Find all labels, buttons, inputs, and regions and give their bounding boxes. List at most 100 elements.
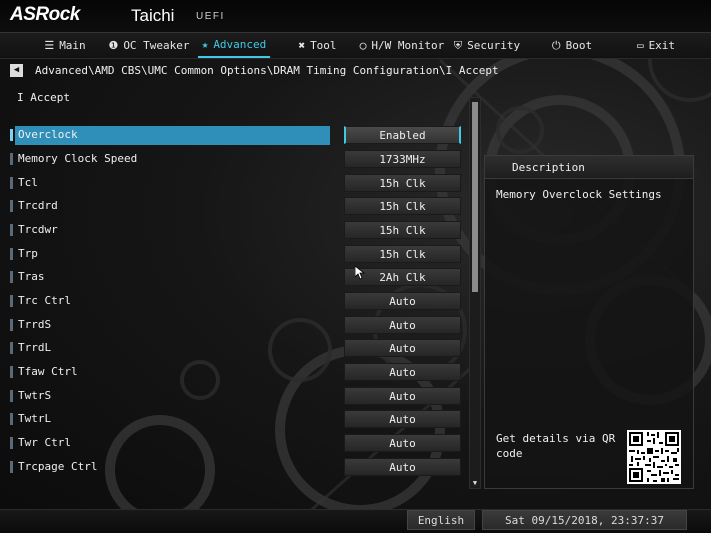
setting-label: Trp bbox=[18, 247, 38, 260]
firmware-label: UEFI bbox=[196, 11, 225, 22]
tab-oc-tweaker[interactable]: ❶ OC Tweaker bbox=[104, 33, 194, 58]
setting-row-trc-ctrl[interactable]: Trc Ctrl Auto bbox=[0, 291, 470, 311]
description-title: Description bbox=[512, 161, 585, 174]
description-text: Memory Overclock Settings bbox=[496, 188, 662, 201]
rocket-icon: ❶ bbox=[108, 39, 119, 52]
setting-label: Tfaw Ctrl bbox=[18, 365, 78, 378]
row-marker bbox=[10, 319, 13, 331]
setting-value-button[interactable]: 15h Clk bbox=[344, 197, 461, 215]
tab-main[interactable]: ☰ Main bbox=[30, 33, 100, 58]
language-button[interactable]: English bbox=[407, 510, 475, 530]
scroll-down-arrow-icon[interactable]: ▼ bbox=[471, 479, 479, 487]
description-panel: Description Memory Overclock Settings Ge… bbox=[484, 155, 694, 489]
row-marker bbox=[10, 200, 13, 212]
row-marker bbox=[10, 177, 13, 189]
row-marker bbox=[10, 342, 13, 354]
row-marker bbox=[10, 461, 13, 473]
setting-row-twtrl[interactable]: TwtrL Auto bbox=[0, 409, 470, 429]
tab-label: Tool bbox=[310, 39, 337, 52]
setting-value-button[interactable]: Auto bbox=[344, 434, 461, 452]
setting-label: Twr Ctrl bbox=[18, 436, 71, 449]
system-datetime: Sat 09/15/2018, 23:37:37 bbox=[482, 510, 687, 530]
tab-label: Main bbox=[59, 39, 86, 52]
back-arrow-icon[interactable]: ◀ bbox=[10, 63, 23, 77]
setting-row-tras[interactable]: Tras 2Ah Clk bbox=[0, 267, 470, 287]
tab-exit[interactable]: ▭ Exit bbox=[634, 33, 678, 58]
setting-value-button[interactable]: Auto bbox=[344, 410, 461, 428]
tab-label: Boot bbox=[565, 39, 593, 52]
setting-label: TwtrS bbox=[18, 389, 52, 402]
tab-label: Advanced bbox=[213, 38, 267, 51]
setting-value-button[interactable]: Auto bbox=[344, 363, 461, 381]
row-marker bbox=[10, 224, 13, 236]
tab-boot[interactable]: ⏻ Boot bbox=[548, 33, 596, 58]
qr-caption: Get details via QR code bbox=[496, 432, 616, 460]
power-icon: ⏻ bbox=[551, 39, 561, 52]
setting-label: Tras bbox=[18, 270, 45, 283]
setting-label: Trcdrd bbox=[18, 199, 58, 212]
exit-door-icon: ▭ bbox=[636, 39, 644, 52]
setting-value-button[interactable]: Auto bbox=[344, 387, 461, 405]
title-bar: ASRock Taichi UEFI bbox=[0, 0, 711, 32]
tab-tool[interactable]: ✖ Tool bbox=[290, 33, 345, 58]
tab-label: Security bbox=[467, 39, 521, 52]
tab-label: Exit bbox=[648, 39, 676, 52]
list-icon: ☰ bbox=[44, 39, 55, 52]
setting-row-tfaw-ctrl[interactable]: Tfaw Ctrl Auto bbox=[0, 362, 470, 382]
tools-icon: ✖ bbox=[298, 39, 306, 52]
row-marker bbox=[10, 390, 13, 402]
setting-row-overclock[interactable]: Overclock Enabled bbox=[0, 125, 470, 145]
setting-label: Tcl bbox=[18, 176, 38, 189]
breadcrumb-path: Advanced\AMD CBS\UMC Common Options\DRAM… bbox=[35, 63, 499, 77]
setting-label: Trc Ctrl bbox=[18, 294, 71, 307]
setting-value-button[interactable]: 15h Clk bbox=[344, 245, 461, 263]
row-marker bbox=[10, 437, 13, 449]
settings-scrollbar[interactable]: ▼ bbox=[469, 97, 481, 489]
setting-value-button[interactable]: Auto bbox=[344, 339, 461, 357]
scrollbar-thumb[interactable] bbox=[472, 102, 478, 292]
setting-value-button[interactable]: Enabled bbox=[344, 126, 461, 144]
row-marker bbox=[10, 153, 13, 165]
shield-icon: ⛨ bbox=[453, 39, 463, 52]
setting-row-twr-ctrl[interactable]: Twr Ctrl Auto bbox=[0, 433, 470, 453]
setting-row-twtrs[interactable]: TwtrS Auto bbox=[0, 386, 470, 406]
setting-value-button[interactable]: 15h Clk bbox=[344, 174, 461, 192]
brand-logo: ASRock bbox=[10, 4, 80, 25]
setting-value-button[interactable]: 15h Clk bbox=[344, 221, 461, 239]
setting-value-button[interactable]: Auto bbox=[344, 292, 461, 310]
setting-value-button[interactable]: Auto bbox=[344, 316, 461, 334]
row-marker bbox=[10, 366, 13, 378]
row-marker bbox=[10, 271, 13, 283]
uefi-screen: ASRock Taichi UEFI ☰ Main ❶ OC Tweaker ★… bbox=[0, 0, 711, 533]
main-nav: ☰ Main ❶ OC Tweaker ★ Advanced ✖ Tool ◯ … bbox=[0, 32, 711, 59]
page-title: I Accept bbox=[17, 91, 70, 104]
setting-value-button[interactable]: 1733MHz bbox=[344, 150, 461, 168]
tab-hw-monitor[interactable]: ◯ H/W Monitor bbox=[358, 33, 446, 58]
row-marker bbox=[10, 295, 13, 307]
row-marker bbox=[10, 129, 13, 141]
setting-row-trrdl[interactable]: TrrdL Auto bbox=[0, 338, 470, 358]
tab-advanced[interactable]: ★ Advanced bbox=[198, 33, 270, 58]
description-header: Description bbox=[485, 156, 693, 179]
setting-row-trp[interactable]: Trp 15h Clk bbox=[0, 244, 470, 264]
qr-code-icon bbox=[627, 430, 681, 484]
tab-label: H/W Monitor bbox=[371, 39, 445, 52]
setting-label: TrrdS bbox=[18, 318, 52, 331]
monitor-icon: ◯ bbox=[359, 39, 367, 52]
setting-label: TwtrL bbox=[18, 412, 52, 425]
setting-row-memory-clock-speed[interactable]: Memory Clock Speed 1733MHz bbox=[0, 149, 470, 169]
board-model: Taichi bbox=[131, 6, 175, 25]
setting-row-trcdrd[interactable]: Trcdrd 15h Clk bbox=[0, 196, 470, 216]
setting-row-trrds[interactable]: TrrdS Auto bbox=[0, 315, 470, 335]
setting-row-trcpage-ctrl[interactable]: Trcpage Ctrl Auto bbox=[0, 457, 470, 477]
tab-security[interactable]: ⛨ Security bbox=[452, 33, 522, 58]
setting-label: Overclock bbox=[18, 128, 78, 141]
setting-label: Trcpage Ctrl bbox=[18, 460, 98, 473]
mouse-cursor-icon bbox=[355, 266, 365, 280]
star-icon: ★ bbox=[201, 38, 209, 51]
setting-label: TrrdL bbox=[18, 341, 52, 354]
setting-row-tcl[interactable]: Tcl 15h Clk bbox=[0, 173, 470, 193]
setting-value-button[interactable]: Auto bbox=[344, 458, 461, 476]
setting-row-trcdwr[interactable]: Trcdwr 15h Clk bbox=[0, 220, 470, 240]
row-marker bbox=[10, 413, 13, 425]
